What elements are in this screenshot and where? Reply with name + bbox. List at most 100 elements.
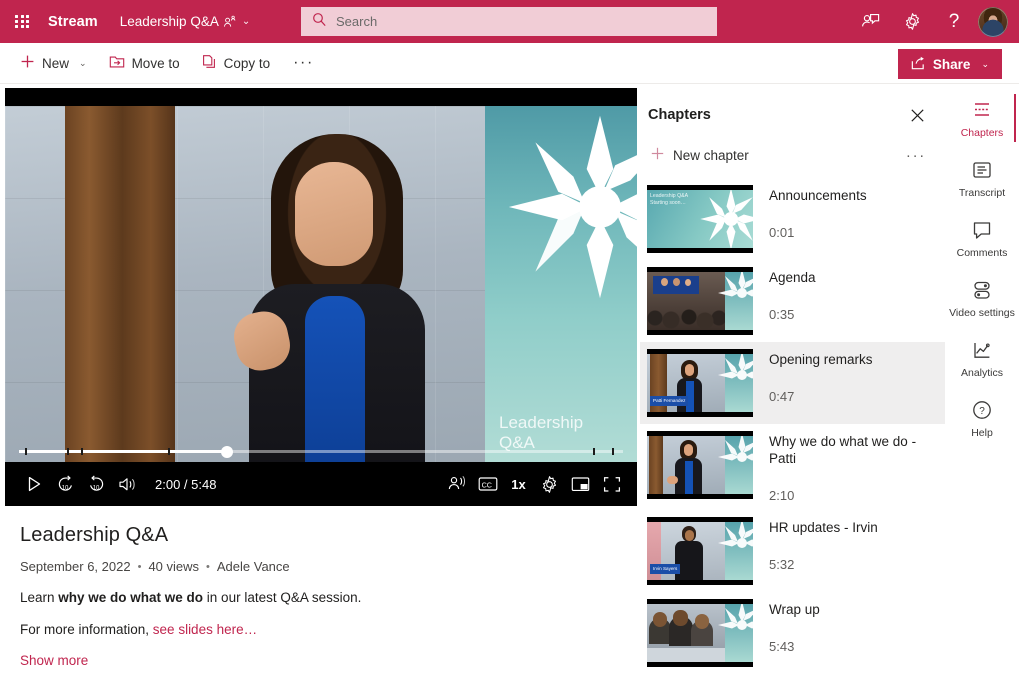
chapter-row[interactable]: Why we do what we do - Patti 2:10 [640,424,945,510]
help-icon[interactable]: ? [933,0,975,43]
chapter-row[interactable]: Wrap up 5:43 [640,592,945,674]
new-chapter-button[interactable]: New chapter [644,141,755,169]
share-icon [911,56,926,73]
picture-in-picture-icon[interactable] [565,468,596,500]
chapters-more-button[interactable]: ··· [901,145,931,166]
player-settings-icon[interactable] [534,468,565,500]
chapter-thumbnail: Leadership Q&A Starting soon… [647,185,753,253]
stage-banner: Leadership Q&A [485,106,637,468]
gear-icon[interactable] [891,0,933,43]
seek-bar[interactable] [5,440,637,462]
seek-handle[interactable] [221,445,234,458]
close-icon[interactable] [903,101,931,129]
search-box[interactable] [301,7,717,36]
info-prefix: For more information, [20,622,153,637]
seek-track[interactable] [19,445,623,458]
video-date: September 6, 2022 [20,559,131,574]
rail-item-transcript[interactable]: Transcript [945,148,1019,208]
description-bold: why we do what we do [58,590,204,605]
rail-item-label: Comments [956,247,1008,260]
separator-dot: • [206,560,210,573]
fullscreen-icon[interactable] [596,468,627,500]
chapter-thumbnail [647,598,753,667]
search-input[interactable] [336,14,676,29]
document-title[interactable]: Leadership Q&A ⌄ [120,14,250,29]
page-title: Leadership Q&A [20,524,169,546]
playback-speed-button[interactable]: 1x [503,468,534,500]
video-settings-icon [969,278,995,302]
show-more-button[interactable]: Show more [20,653,88,668]
video-description: Learn why we do what we do in our latest… [20,590,620,605]
chapter-row[interactable]: Leadership Q&A Starting soon… Announcement… [640,178,945,260]
volume-button[interactable] [112,468,143,500]
starburst-graphic [505,112,637,302]
player-controls-right: CC 1x [427,468,627,500]
time-display: 2:00 / 5:48 [155,476,217,492]
video-author: Adele Vance [216,559,290,574]
rewind-10-button[interactable]: 10 [50,468,81,500]
chapter-row[interactable]: Patti Fernandez Opening remarks 0:47 [640,342,945,424]
help-icon: ? [969,398,995,422]
play-button[interactable] [19,468,50,500]
new-button[interactable]: New ⌄ [12,48,95,78]
move-to-icon [109,54,125,72]
noise-suppression-icon[interactable] [441,468,472,500]
slides-link[interactable]: see slides here… [153,622,257,637]
copy-to-icon [202,54,217,72]
app-launcher-icon[interactable] [0,0,44,43]
chapter-row[interactable]: Irvin Sayers HR updates - Irvin 5:32 [640,510,945,592]
presenter-figure [229,134,441,468]
avatar[interactable] [978,6,1008,37]
brand-label[interactable]: Stream [48,14,98,30]
rail-item-help[interactable]: ? Help [945,388,1019,448]
app-header: Stream Leadership Q&A ⌄ Search ? [0,0,1019,43]
share-label: Share [932,56,971,72]
move-to-button[interactable]: Move to [101,48,188,78]
share-button[interactable]: Share ⌄ [897,49,1002,79]
chevron-down-icon: ⌄ [981,58,989,69]
forward-10-button[interactable]: 10 [81,468,112,500]
player-controls: 10 10 2:00 / 5:48 CC 1x [5,462,637,506]
chapter-thumbnail [647,267,753,335]
stream-app-window: Stream Leadership Q&A ⌄ Search ? New ⌄ M… [0,0,1019,686]
more-commands-button[interactable]: ··· [284,48,323,78]
rail-item-chapters[interactable]: Chapters [945,88,1019,148]
svg-text:10: 10 [93,486,100,492]
chapter-marker [67,448,70,455]
chapter-thumbnail: Patti Fernandez [647,349,753,417]
svg-text:CC: CC [481,480,491,489]
chapter-title: Agenda [769,270,816,285]
chapter-thumbnail: Irvin Sayers [647,516,753,585]
transcript-icon [969,158,995,182]
separator-dot: • [137,560,142,573]
chapters-icon [969,98,995,122]
new-chapter-label: New chapter [673,147,749,163]
chapters-panel-title: Chapters [648,107,711,123]
video-subheader: September 6, 2022 • 40 views • Adele Van… [20,559,620,574]
video-details: Leadership Q&A September 6, 2022 • 40 vi… [20,524,620,670]
move-to-label: Move to [131,55,180,71]
closed-captions-icon[interactable]: CC [472,468,503,500]
feedback-icon[interactable] [849,0,891,43]
copy-to-button[interactable]: Copy to [194,48,279,78]
chapter-timestamp: 2:10 [769,487,795,503]
chapter-text: Announcements 0:01 [769,185,867,240]
right-rail: Chapters Transcript Comments Video settings… [945,88,1019,686]
rail-item-label: Help [971,427,993,440]
chapter-timestamp: 5:43 [769,638,795,654]
video-player[interactable]: Leadership Q&A solution oriented approac… [5,88,637,506]
description-suffix: in our latest Q&A session. [203,590,362,605]
rail-item-comments[interactable]: Comments [945,208,1019,268]
rail-item-video-settings[interactable]: Video settings [945,268,1019,328]
rail-item-analytics[interactable]: Analytics [945,328,1019,388]
chapter-list: Leadership Q&A Starting soon… Announcement… [640,178,945,674]
rail-item-label: Transcript [958,187,1006,200]
shared-people-icon [223,15,236,28]
chapter-timestamp: 0:35 [769,306,795,322]
chapter-thumbnail [647,431,753,499]
chapter-text: Agenda 0:35 [769,267,816,322]
video-info-line: For more information, see slides here… [20,622,620,637]
chapter-row[interactable]: Agenda 0:35 [640,260,945,342]
banner-line-1: Leadership [499,412,584,432]
chevron-down-icon[interactable]: ⌄ [242,16,250,27]
